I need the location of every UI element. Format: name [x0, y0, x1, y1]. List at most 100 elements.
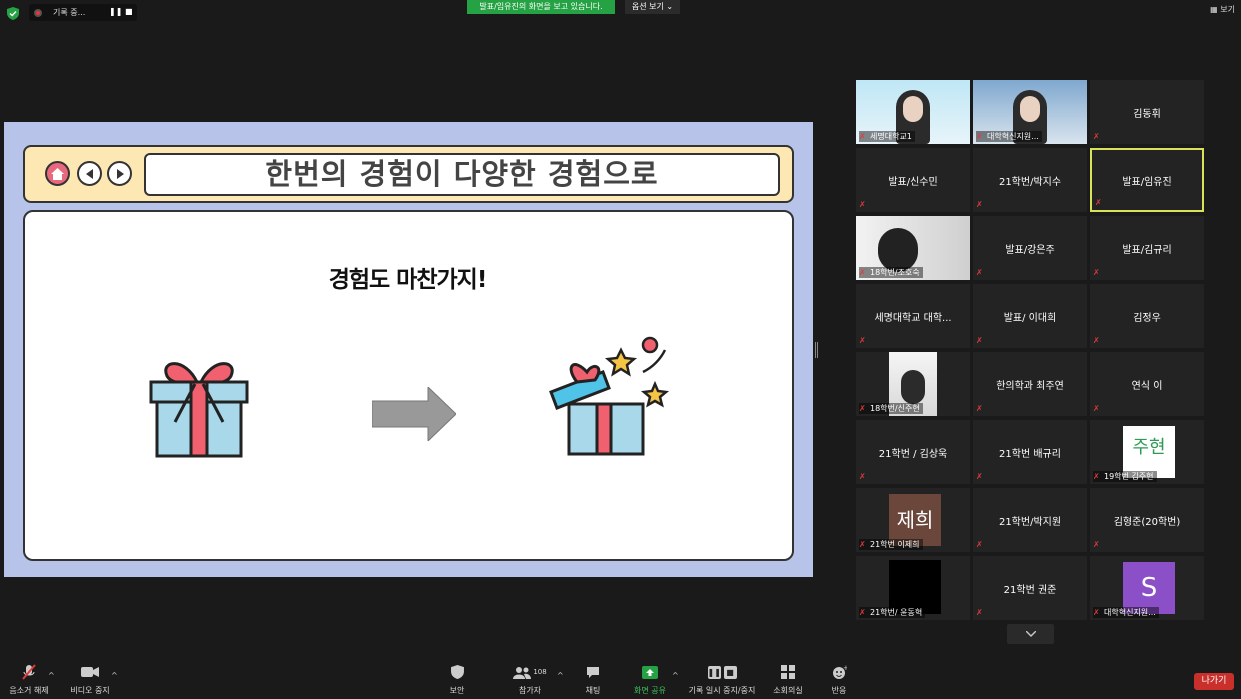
slide-body: 경험도 마찬가지! — [23, 210, 794, 561]
participant-label: 21학번 이제희 — [859, 539, 923, 550]
microphone-muted-icon — [22, 664, 36, 680]
participant-name: 발표/신수민 — [888, 176, 938, 188]
microphone-muted-icon: ✗ — [976, 472, 983, 481]
slide-title: 한번의 경험이 다양한 경험으로 — [144, 153, 780, 196]
participant-tile[interactable]: 18학번/조호숙 ✗ — [856, 216, 970, 280]
participant-tile[interactable]: 주현 19학번 김주현 ✗ — [1090, 420, 1204, 484]
breakout-rooms-label: 소회의실 — [773, 686, 803, 695]
microphone-muted-icon: ✗ — [976, 336, 983, 345]
participant-tile[interactable]: 대학혁신지원... ✗ — [973, 80, 1087, 144]
share-screen-label: 화면 공유 — [634, 686, 666, 695]
participant-name: 발표/김규리 — [1122, 244, 1172, 256]
participants-options-caret[interactable]: ^ — [557, 671, 564, 680]
participant-tile[interactable]: 제희 21학번 이제희 ✗ — [856, 488, 970, 552]
stop-recording-icon[interactable]: ■ — [125, 7, 133, 16]
pause-stop-recording-label: 기록 일시 중지/중지 — [688, 686, 756, 695]
recording-indicator: 기록 중... ❚❚ ■ — [29, 4, 137, 21]
participant-label: 21학번/ 윤동혁 — [859, 607, 926, 618]
share-options-caret[interactable]: ^ — [672, 671, 679, 680]
participant-tile[interactable]: 발표/김규리 ✗ — [1090, 216, 1204, 280]
security-button[interactable]: 보안 — [442, 662, 472, 699]
participant-tile[interactable]: 김정우 ✗ — [1090, 284, 1204, 348]
participant-label: 19학번 김주현 — [1093, 471, 1157, 482]
participant-tile[interactable]: 21학번/박지원 ✗ — [973, 488, 1087, 552]
chat-label: 채팅 — [585, 686, 601, 695]
record-dot-icon — [34, 8, 42, 17]
grid-view-icon: ▦ — [1210, 5, 1218, 14]
breakout-rooms-button[interactable]: 소회의실 — [770, 662, 806, 699]
view-options-button[interactable]: 옵션 보기 ⌄ — [625, 0, 680, 14]
breakout-rooms-icon — [781, 665, 795, 679]
microphone-muted-icon: ✗ — [976, 404, 983, 413]
microphone-muted-icon: ✗ — [976, 200, 983, 209]
microphone-muted-icon: ✗ — [1093, 608, 1100, 617]
participant-headset — [878, 228, 918, 272]
participant-tile[interactable]: S 대학혁신지원... ✗ — [1090, 556, 1204, 620]
reactions-button[interactable]: + 반응 — [826, 662, 852, 699]
chat-bubble-icon — [587, 666, 599, 678]
participant-tile[interactable]: 세명대학교 대학... ✗ — [856, 284, 970, 348]
participants-button[interactable]: 108 참가자 — [510, 662, 550, 699]
gift-box-icon — [149, 362, 249, 458]
participant-name: 김정우 — [1133, 312, 1161, 324]
microphone-muted-icon: ✗ — [976, 608, 983, 617]
microphone-muted-icon: ✗ — [859, 268, 866, 277]
share-screen-button[interactable]: 화면 공유 — [630, 662, 670, 699]
participant-tile[interactable]: 21학번/ 윤동혁 ✗ — [856, 556, 970, 620]
participant-tile[interactable]: 연식 이 ✗ — [1090, 352, 1204, 416]
participant-tile[interactable]: 발표/강은주 ✗ — [973, 216, 1087, 280]
participant-tile[interactable]: 김형준(20학번) ✗ — [1090, 488, 1204, 552]
participant-label: 대학혁신지원... — [1093, 607, 1159, 618]
panel-resize-handle[interactable] — [815, 342, 818, 358]
pause-stop-recording-button[interactable]: ❚❚ ■ 기록 일시 중지/중지 — [686, 662, 758, 699]
participant-face-skin — [1020, 96, 1040, 122]
participant-label: 대학혁신지원... — [976, 131, 1042, 142]
participants-icon — [513, 666, 532, 679]
view-button[interactable]: ▦ 보기 — [1210, 4, 1235, 15]
participant-face-skin — [903, 96, 923, 122]
participant-tile[interactable]: 21학번 / 김상욱 ✗ — [856, 420, 970, 484]
participant-name: 김동휘 — [1133, 108, 1161, 120]
participant-tile[interactable]: 발표/임유진 ✗ — [1090, 148, 1204, 212]
shield-icon — [450, 665, 464, 679]
participant-tile[interactable]: 세명대학교1 ✗ — [856, 80, 970, 144]
stop-video-button[interactable]: 비디오 중지 — [66, 662, 114, 699]
chevron-down-icon — [1025, 631, 1036, 637]
microphone-muted-icon: ✗ — [1093, 268, 1100, 277]
participant-label: 세명대학교1 — [859, 131, 915, 142]
microphone-muted-icon: ✗ — [859, 404, 866, 413]
leave-meeting-button[interactable]: 나가기 — [1194, 673, 1234, 690]
participant-tile[interactable]: 김동휘 ✗ — [1090, 80, 1204, 144]
chat-button[interactable]: 채팅 — [580, 662, 606, 699]
svg-text:+: + — [843, 665, 847, 672]
microphone-muted-icon: ✗ — [859, 608, 866, 617]
arrow-right-icon — [372, 387, 456, 441]
microphone-muted-icon: ✗ — [976, 268, 983, 277]
shield-icon[interactable] — [7, 7, 19, 20]
participant-name: 21학번 / 김상욱 — [878, 448, 948, 460]
pause-recording-icon[interactable]: ❚❚ — [109, 7, 122, 16]
home-icon — [45, 161, 70, 186]
participant-tile[interactable]: 21학번 배규리 ✗ — [973, 420, 1087, 484]
video-options-caret[interactable]: ^ — [111, 671, 118, 680]
participant-tile[interactable]: 18학번/신주현 ✗ — [856, 352, 970, 416]
participant-name: 발표/강은주 — [1005, 244, 1055, 256]
participant-tile[interactable]: 21학번/박지수 ✗ — [973, 148, 1087, 212]
participant-name: 발표/ 이대희 — [1003, 312, 1057, 324]
participant-name: 김형준(20학번) — [1113, 516, 1181, 528]
unmute-button[interactable]: 음소거 해제 — [4, 662, 54, 699]
microphone-muted-icon: ✗ — [859, 336, 866, 345]
gallery-next-page-button[interactable] — [1007, 624, 1054, 644]
share-screen-icon — [642, 665, 658, 679]
audio-options-caret[interactable]: ^ — [48, 671, 55, 680]
microphone-muted-icon: ✗ — [1093, 336, 1100, 345]
stop-video-label: 비디오 중지 — [70, 686, 110, 695]
microphone-muted-icon: ✗ — [1095, 198, 1102, 207]
participant-tile[interactable]: 21학번 권준 ✗ — [973, 556, 1087, 620]
microphone-muted-icon: ✗ — [1093, 472, 1100, 481]
participant-name: 21학번/박지원 — [998, 516, 1062, 528]
participant-tile[interactable]: 발표/신수민 ✗ — [856, 148, 970, 212]
recording-label: 기록 중... — [53, 8, 86, 17]
participant-tile[interactable]: 한의학과 최주연 ✗ — [973, 352, 1087, 416]
participant-tile[interactable]: 발표/ 이대희 ✗ — [973, 284, 1087, 348]
